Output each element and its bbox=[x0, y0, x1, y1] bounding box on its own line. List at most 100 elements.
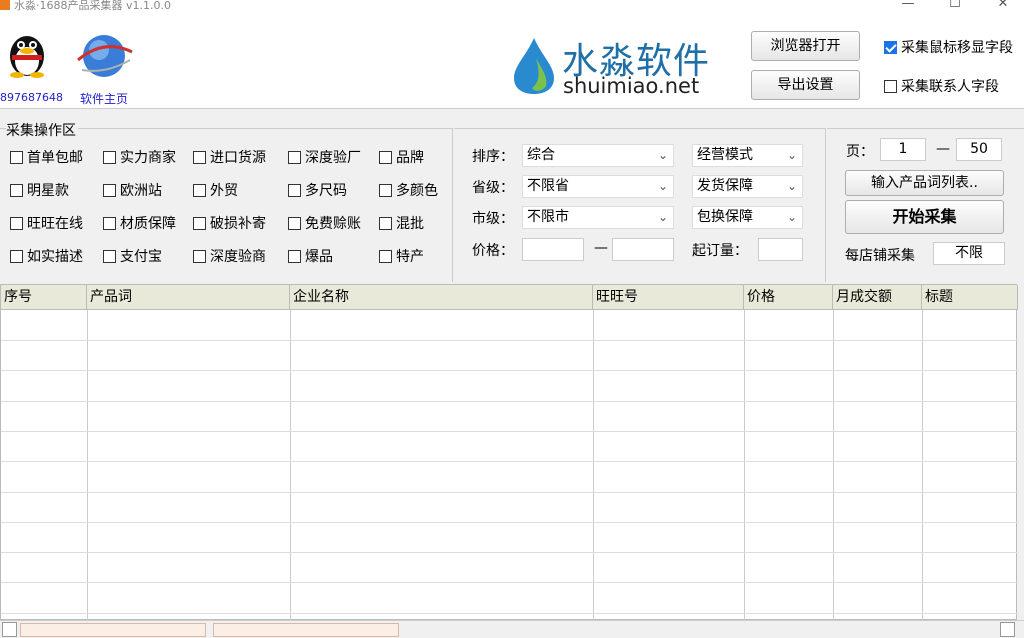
price-separator: — bbox=[594, 240, 608, 256]
input-keyword-list-button[interactable]: 输入产品词列表.. bbox=[845, 170, 1004, 196]
open-in-browser-button[interactable]: 浏览器打开 bbox=[751, 31, 860, 61]
checkbox-icon[interactable] bbox=[103, 150, 116, 164]
chevron-down-icon: ⌄ bbox=[786, 179, 797, 193]
app-icon bbox=[0, 0, 10, 10]
page-to-input[interactable]: 50 bbox=[956, 138, 1002, 161]
row-divider bbox=[1, 492, 1018, 493]
filter-checkbox[interactable]: 明星款 bbox=[10, 180, 69, 200]
filter-checkbox[interactable]: 深度验厂 bbox=[288, 147, 361, 167]
filter-checkbox[interactable]: 欧洲站 bbox=[103, 180, 162, 200]
title-bar: 水淼·1688产品采集器 v1.1.0.0 — ☐ ✕ bbox=[0, 0, 1024, 12]
column-header[interactable]: 产品词 bbox=[87, 285, 290, 310]
column-header[interactable]: 价格 bbox=[744, 285, 833, 310]
filter-checkbox[interactable]: 首单包邮 bbox=[10, 147, 83, 167]
city-select[interactable]: 不限市 ⌄ bbox=[522, 206, 674, 229]
checkbox-icon[interactable] bbox=[288, 150, 301, 164]
checkbox-icon[interactable] bbox=[193, 150, 206, 164]
filter-checkbox[interactable]: 品牌 bbox=[379, 147, 424, 167]
collect-contact-fields-checkbox[interactable]: 采集联系人字段 bbox=[884, 76, 999, 96]
column-header[interactable]: 标题 bbox=[922, 285, 1018, 310]
scrollbar-thumb[interactable] bbox=[20, 623, 206, 637]
maximize-button[interactable]: ☐ bbox=[935, 0, 975, 11]
min-order-input[interactable] bbox=[758, 238, 803, 261]
filter-checkbox[interactable]: 支付宝 bbox=[103, 246, 162, 266]
filter-checkbox[interactable]: 旺旺在线 bbox=[10, 213, 83, 233]
checkbox-icon[interactable] bbox=[288, 216, 301, 230]
filter-checkbox[interactable]: 混批 bbox=[379, 213, 424, 233]
checkbox-icon[interactable] bbox=[379, 249, 392, 263]
business-mode-select[interactable]: 经营模式 ⌄ bbox=[692, 144, 803, 167]
checkbox-icon[interactable] bbox=[379, 216, 392, 230]
checkbox-icon[interactable] bbox=[10, 183, 23, 197]
page-label: 页： bbox=[846, 144, 874, 160]
column-header[interactable]: 序号 bbox=[1, 285, 87, 310]
checkbox-icon[interactable] bbox=[193, 249, 206, 263]
checkbox-icon[interactable] bbox=[10, 249, 23, 263]
checkbox-icon[interactable] bbox=[103, 216, 116, 230]
export-settings-button[interactable]: 导出设置 bbox=[751, 70, 860, 100]
row-divider bbox=[1, 431, 1018, 432]
checkbox-icon[interactable] bbox=[193, 183, 206, 197]
filter-checkbox[interactable]: 多尺码 bbox=[288, 180, 347, 200]
horizontal-scrollbar[interactable] bbox=[0, 620, 1024, 638]
qq-penguin-icon[interactable] bbox=[4, 28, 50, 78]
sort-select[interactable]: 综合 ⌄ bbox=[522, 144, 674, 167]
checkbox-checked-icon[interactable] bbox=[884, 40, 897, 54]
scroll-right-button[interactable] bbox=[1000, 622, 1015, 637]
price-label: 价格： bbox=[472, 243, 514, 259]
filter-checkbox[interactable]: 材质保障 bbox=[103, 213, 176, 233]
checkbox-icon[interactable] bbox=[379, 150, 392, 164]
checkbox-icon[interactable] bbox=[288, 183, 301, 197]
page-from-input[interactable]: 1 bbox=[880, 138, 926, 161]
city-label: 市级： bbox=[472, 211, 514, 227]
header: 897687648 软件主页 水淼软件 shuimiao.net 浏览器打开 导… bbox=[0, 12, 1024, 109]
column-divider bbox=[833, 310, 834, 620]
sort-label: 排序： bbox=[472, 149, 514, 165]
shipping-guarantee-select[interactable]: 发货保障 ⌄ bbox=[692, 175, 803, 198]
price-min-input[interactable] bbox=[522, 238, 584, 261]
exchange-guarantee-select[interactable]: 包换保障 ⌄ bbox=[692, 206, 803, 229]
filter-checkbox[interactable]: 免费赊账 bbox=[288, 213, 361, 233]
checkbox-icon[interactable] bbox=[379, 183, 392, 197]
filter-checkbox[interactable]: 深度验商 bbox=[193, 246, 266, 266]
filter-checkbox[interactable]: 进口货源 bbox=[193, 147, 266, 167]
filter-checkbox[interactable]: 外贸 bbox=[193, 180, 238, 200]
column-divider bbox=[744, 310, 745, 620]
collect-mouseover-fields-checkbox[interactable]: 采集鼠标移显字段 bbox=[884, 37, 1013, 57]
start-collect-button[interactable]: 开始采集 bbox=[845, 200, 1004, 234]
scrollbar-track-segment[interactable] bbox=[213, 623, 399, 637]
per-shop-input[interactable]: 不限 bbox=[933, 242, 1005, 265]
table-header: 序号 产品词 企业名称 旺旺号 价格 月成交额 标题 bbox=[1, 285, 1018, 310]
minimize-button[interactable]: — bbox=[888, 0, 928, 11]
checkbox-icon[interactable] bbox=[288, 249, 301, 263]
checkbox-icon[interactable] bbox=[10, 150, 23, 164]
checkbox-icon[interactable] bbox=[10, 216, 23, 230]
price-max-input[interactable] bbox=[612, 238, 674, 261]
filter-checkbox[interactable]: 破损补寄 bbox=[193, 213, 266, 233]
filter-checkbox[interactable]: 爆品 bbox=[288, 246, 333, 266]
column-header[interactable]: 旺旺号 bbox=[593, 285, 744, 310]
filter-checkbox[interactable]: 特产 bbox=[379, 246, 424, 266]
qq-number-link[interactable]: 897687648 bbox=[0, 91, 63, 104]
results-table[interactable]: 序号 产品词 企业名称 旺旺号 价格 月成交额 标题 bbox=[0, 284, 1018, 620]
water-drop-logo-icon bbox=[514, 38, 554, 94]
checkbox-icon[interactable] bbox=[884, 79, 897, 93]
province-select[interactable]: 不限省 ⌄ bbox=[522, 175, 674, 198]
globe-icon[interactable] bbox=[72, 30, 136, 82]
homepage-link[interactable]: 软件主页 bbox=[80, 90, 128, 107]
checkbox-icon[interactable] bbox=[103, 249, 116, 263]
row-divider bbox=[1, 340, 1018, 341]
checkbox-icon[interactable] bbox=[103, 183, 116, 197]
filter-checkbox[interactable]: 实力商家 bbox=[103, 147, 176, 167]
column-header[interactable]: 企业名称 bbox=[290, 285, 593, 310]
row-divider bbox=[1, 370, 1018, 371]
close-button[interactable]: ✕ bbox=[983, 0, 1023, 11]
row-divider bbox=[1, 401, 1018, 402]
checkbox-icon[interactable] bbox=[193, 216, 206, 230]
min-order-label: 起订量： bbox=[692, 243, 748, 259]
operation-zone-title: 采集操作区 bbox=[6, 120, 78, 140]
filter-checkbox[interactable]: 如实描述 bbox=[10, 246, 83, 266]
filter-checkbox[interactable]: 多颜色 bbox=[379, 180, 438, 200]
column-header[interactable]: 月成交额 bbox=[833, 285, 922, 310]
scroll-left-button[interactable] bbox=[2, 622, 17, 637]
